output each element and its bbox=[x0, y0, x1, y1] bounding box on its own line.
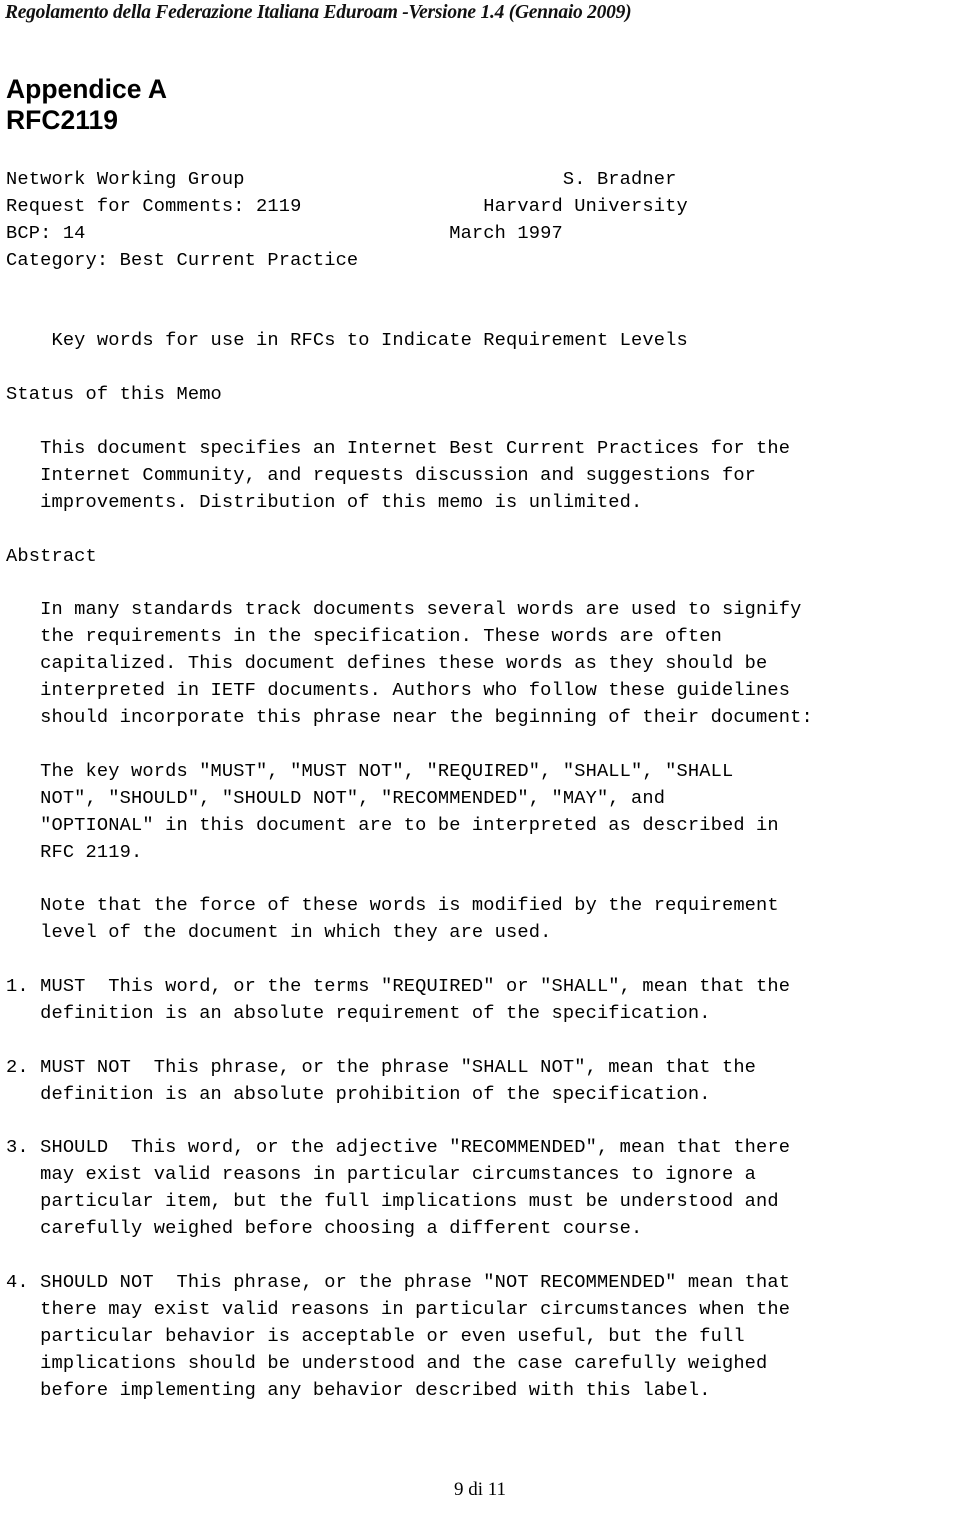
rfc-body-line-17: "OPTIONAL" in this document are to be in… bbox=[6, 813, 779, 836]
rfc-body-line-37: implications should be understood and th… bbox=[6, 1351, 768, 1374]
rfc-spacer bbox=[6, 865, 958, 892]
running-header: Regolamento della Federazione Italiana E… bbox=[5, 2, 632, 23]
rfc-spacer bbox=[6, 1242, 958, 1269]
rfc-spacer bbox=[6, 354, 958, 381]
rfc-spacer bbox=[6, 516, 958, 543]
rfc-body-line-35: there may exist valid reasons in particu… bbox=[6, 1297, 791, 1320]
rfc-body-line-27: definition is an absolute prohibition of… bbox=[6, 1082, 711, 1105]
rfc-body-line-7: Abstract bbox=[6, 544, 97, 567]
rfc-body-line-21: level of the document in which they are … bbox=[6, 921, 552, 944]
rfc-document-body: Network Working Group S. Bradner Request … bbox=[6, 166, 958, 1404]
rfc-body-line-13: should incorporate this phrase near the … bbox=[6, 706, 813, 729]
page-title-line-rfc: RFC2119 bbox=[6, 105, 118, 135]
rfc-masthead-line-3: BCP: 14 March 1997 bbox=[6, 221, 563, 244]
rfc-body-line-9: In many standards track documents severa… bbox=[6, 598, 802, 621]
rfc-body-line-36: particular behavior is acceptable or eve… bbox=[6, 1324, 745, 1347]
rfc-spacer bbox=[6, 1108, 958, 1135]
rfc-body-line-30: may exist valid reasons in particular ci… bbox=[6, 1163, 757, 1186]
rfc-spacer bbox=[6, 570, 958, 597]
rfc-body-line-23: 1. MUST This word, or the terms "REQUIRE… bbox=[6, 975, 791, 998]
page-title: Appendice A RFC2119 bbox=[6, 74, 706, 136]
rfc-body-line-26: 2. MUST NOT This phrase, or the phrase "… bbox=[6, 1055, 757, 1078]
rfc-body-line-3: This document specifies an Internet Best… bbox=[6, 437, 791, 459]
rfc-masthead-line-2: Request for Comments: 2119 Harvard Unive… bbox=[6, 194, 688, 217]
rfc-body-line-12: interpreted in IETF documents. Authors w… bbox=[6, 679, 791, 702]
rfc-body-line-15: The key words "MUST", "MUST NOT", "REQUI… bbox=[6, 759, 734, 782]
rfc-spacer bbox=[6, 1027, 958, 1054]
rfc-spacer bbox=[6, 301, 958, 328]
rfc-body-line-24: definition is an absolute requirement of… bbox=[6, 1001, 711, 1024]
page-title-line-appendix: Appendice A bbox=[6, 74, 167, 104]
rfc-spacer bbox=[6, 274, 958, 301]
rfc-body-line-4: Internet Community, and requests discuss… bbox=[6, 463, 757, 486]
rfc-body-line-34: 4. SHOULD NOT This phrase, or the phrase… bbox=[6, 1270, 791, 1293]
rfc-spacer bbox=[6, 408, 958, 435]
rfc-masthead-line-4: Category: Best Current Practice bbox=[6, 248, 359, 271]
page-number-footer: 9 di 11 bbox=[453, 1479, 507, 1500]
rfc-body-line-10: the requirements in the specification. T… bbox=[6, 625, 722, 648]
rfc-body-line-38: before implementing any behavior describ… bbox=[6, 1378, 711, 1401]
rfc-body-line-31: particular item, but the full implicatio… bbox=[6, 1190, 779, 1213]
rfc-body-line-32: carefully weighed before choosing a diff… bbox=[6, 1217, 643, 1240]
rfc-body-line-18: RFC 2119. bbox=[6, 840, 143, 863]
rfc-body-line-20: Note that the force of these words is mo… bbox=[6, 894, 779, 917]
rfc-spacer bbox=[6, 731, 958, 758]
rfc-body-line-11: capitalized. This document defines these… bbox=[6, 652, 768, 675]
rfc-spacer bbox=[6, 946, 958, 973]
rfc-body-line-5: improvements. Distribution of this memo … bbox=[6, 490, 643, 513]
rfc-body-line-1: Status of this Memo bbox=[6, 383, 222, 406]
rfc-document-title: Key words for use in RFCs to Indicate Re… bbox=[6, 329, 688, 352]
rfc-masthead-line-1: Network Working Group S. Bradner bbox=[6, 168, 677, 190]
rfc-body-line-16: NOT", "SHOULD", "SHOULD NOT", "RECOMMEND… bbox=[6, 786, 666, 809]
rfc-body-line-29: 3. SHOULD This word, or the adjective "R… bbox=[6, 1136, 791, 1159]
